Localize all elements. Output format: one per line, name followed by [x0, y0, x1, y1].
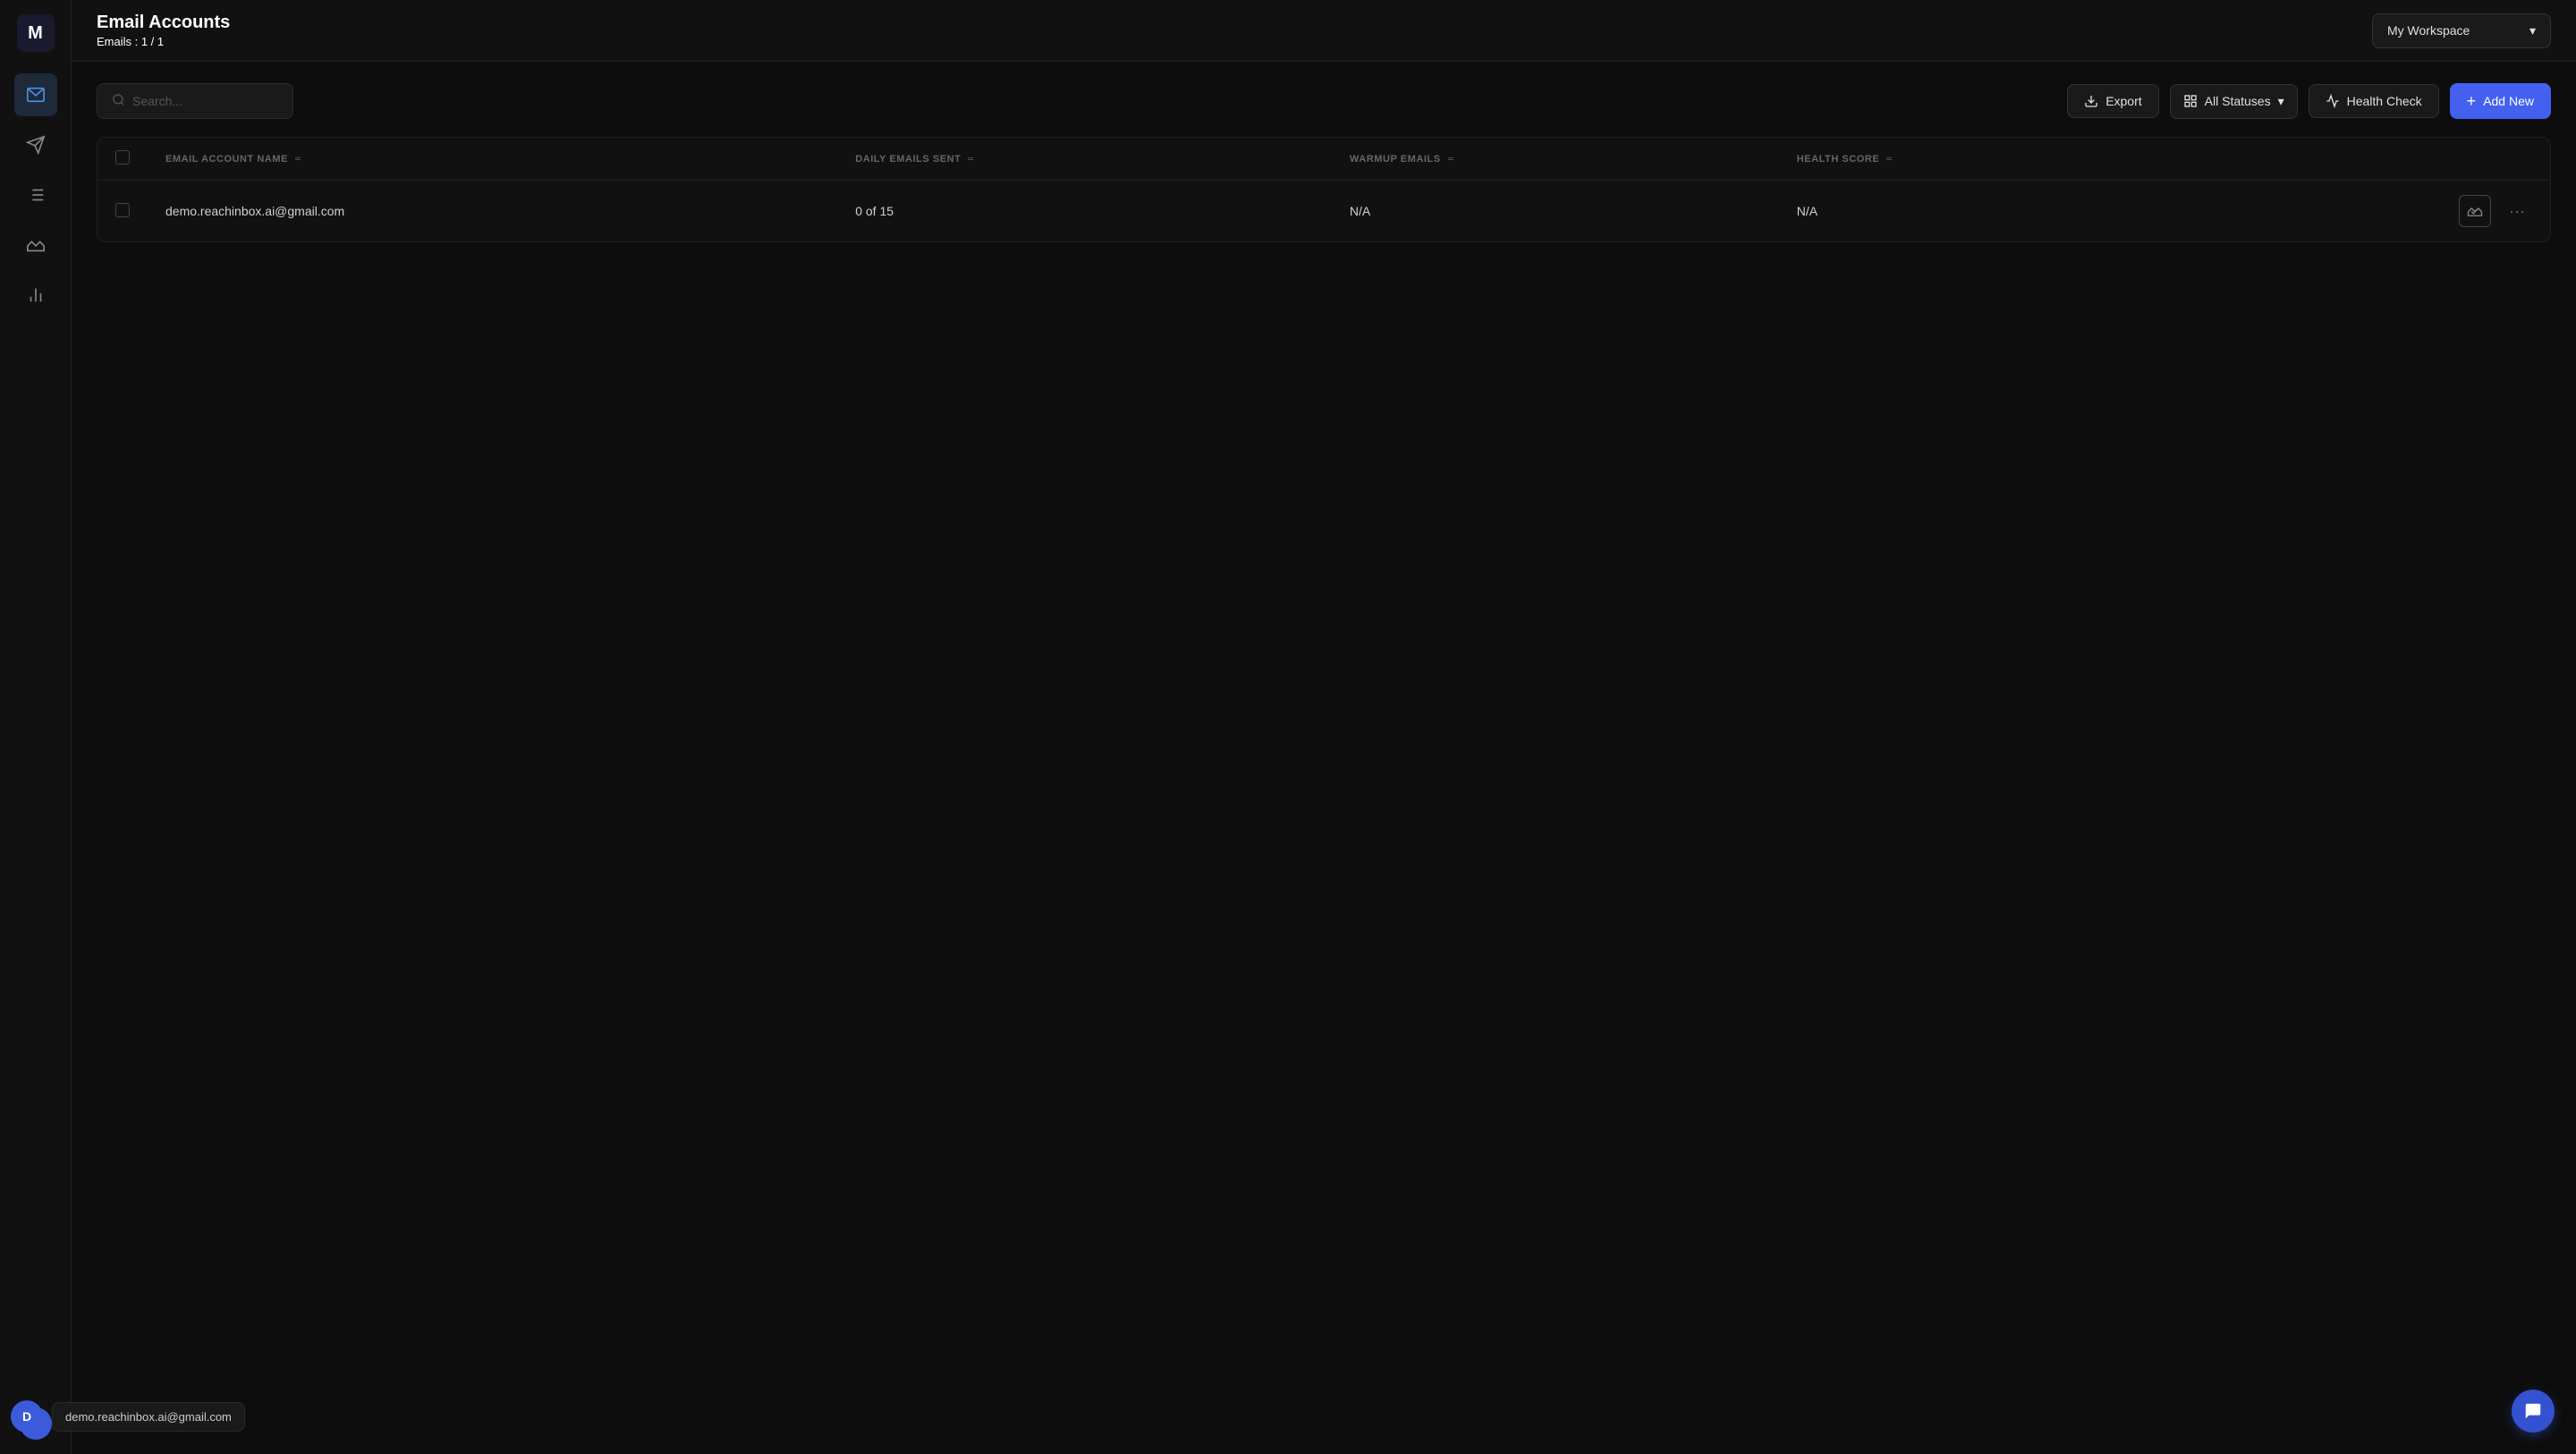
col-daily-emails-sent[interactable]: DAILY EMAILS SENT [837, 138, 1332, 181]
content-area: Export All Statuses ▾ Health Check [72, 62, 2576, 1454]
row-actions-cell: ··· [2199, 181, 2550, 242]
bottom-avatar[interactable]: D [11, 1400, 43, 1433]
sidebar-item-email[interactable] [14, 73, 57, 116]
search-box[interactable] [97, 83, 293, 119]
chat-button[interactable] [2512, 1390, 2555, 1433]
row-checkbox-cell [97, 181, 148, 242]
email-icon [26, 85, 46, 105]
page-header: Email Accounts Emails : 1 / 1 My Workspa… [72, 0, 2576, 62]
user-email-tooltip: demo.reachinbox.ai@gmail.com [52, 1402, 245, 1432]
row-warmup-value: N/A [1350, 204, 1370, 218]
status-icon [2183, 94, 2198, 108]
main-content: Email Accounts Emails : 1 / 1 My Workspa… [72, 0, 2576, 1454]
export-button[interactable]: Export [2067, 84, 2158, 118]
header-title-group: Email Accounts Emails : 1 / 1 [97, 13, 230, 48]
workspace-label: My Workspace [2387, 23, 2470, 38]
status-dropdown[interactable]: All Statuses ▾ [2170, 84, 2298, 119]
toolbar: Export All Statuses ▾ Health Check [97, 83, 2551, 119]
row-email-cell: demo.reachinbox.ai@gmail.com [148, 181, 837, 242]
add-new-label: Add New [2483, 94, 2534, 108]
workspace-dropdown[interactable]: My Workspace ▾ [2372, 13, 2551, 48]
inbox-icon [26, 235, 46, 255]
sidebar: M [0, 0, 72, 1454]
chevron-down-icon: ▾ [2529, 23, 2536, 38]
analytics-icon [26, 285, 46, 305]
health-check-button[interactable]: Health Check [2309, 84, 2439, 118]
row-warmup-cell: N/A [1332, 181, 1779, 242]
all-statuses-label: All Statuses [2205, 94, 2271, 108]
sidebar-item-send[interactable] [14, 123, 57, 166]
email-accounts-table-container: EMAIL ACCOUNT NAME DAILY EMAILS SENT [97, 137, 2551, 242]
status-chevron-icon: ▾ [2278, 94, 2284, 109]
row-health-check-button[interactable] [2459, 195, 2491, 227]
emails-count: 1 / 1 [141, 35, 164, 48]
col-warmup-emails[interactable]: WARMUP EMAILS [1332, 138, 1779, 181]
send-icon [26, 135, 46, 155]
table-row: demo.reachinbox.ai@gmail.com 0 of 15 N/A… [97, 181, 2550, 242]
inbox-check-icon [2467, 203, 2483, 219]
table-header: EMAIL ACCOUNT NAME DAILY EMAILS SENT [97, 138, 2550, 181]
email-accounts-table: EMAIL ACCOUNT NAME DAILY EMAILS SENT [97, 138, 2550, 241]
row-health-score-cell: N/A [1779, 181, 2200, 242]
row-email-value: demo.reachinbox.ai@gmail.com [165, 204, 344, 218]
health-check-icon [2326, 94, 2340, 108]
export-label: Export [2106, 94, 2141, 108]
export-icon [2084, 94, 2098, 108]
row-daily-sent-value: 0 of 15 [855, 204, 894, 218]
header-checkbox-col [97, 138, 148, 181]
app-logo[interactable]: M [17, 14, 55, 52]
col-actions [2199, 138, 2550, 181]
row-more-button[interactable]: ··· [2502, 199, 2532, 224]
row-checkbox[interactable] [115, 203, 130, 217]
table-body: demo.reachinbox.ai@gmail.com 0 of 15 N/A… [97, 181, 2550, 242]
row-health-score-value: N/A [1797, 204, 1818, 218]
select-all-checkbox[interactable] [115, 150, 130, 165]
row-actions: ··· [2217, 195, 2532, 227]
subtitle-prefix: Emails : [97, 35, 141, 48]
sort-health-icon [1886, 157, 1892, 160]
row-daily-sent-cell: 0 of 15 [837, 181, 1332, 242]
col-email-account-name[interactable]: EMAIL ACCOUNT NAME [148, 138, 837, 181]
sidebar-item-inbox[interactable] [14, 224, 57, 266]
page-title: Email Accounts [97, 13, 230, 33]
sidebar-item-analytics[interactable] [14, 274, 57, 317]
health-check-label: Health Check [2347, 94, 2422, 108]
list-icon [26, 185, 46, 205]
bottom-user-area: D demo.reachinbox.ai@gmail.com [11, 1400, 245, 1433]
search-input[interactable] [132, 94, 278, 108]
search-icon [112, 93, 125, 109]
logo-letter: M [28, 23, 43, 44]
chat-icon [2523, 1401, 2543, 1421]
sort-daily-icon [968, 157, 973, 160]
add-new-button[interactable]: + Add New [2450, 83, 2551, 119]
add-icon: + [2467, 93, 2477, 109]
page-subtitle: Emails : 1 / 1 [97, 35, 230, 48]
sort-email-icon [295, 157, 301, 160]
sidebar-item-list[interactable] [14, 173, 57, 216]
col-health-score[interactable]: HEALTH SCORE [1779, 138, 2200, 181]
sort-warmup-icon [1448, 157, 1453, 160]
